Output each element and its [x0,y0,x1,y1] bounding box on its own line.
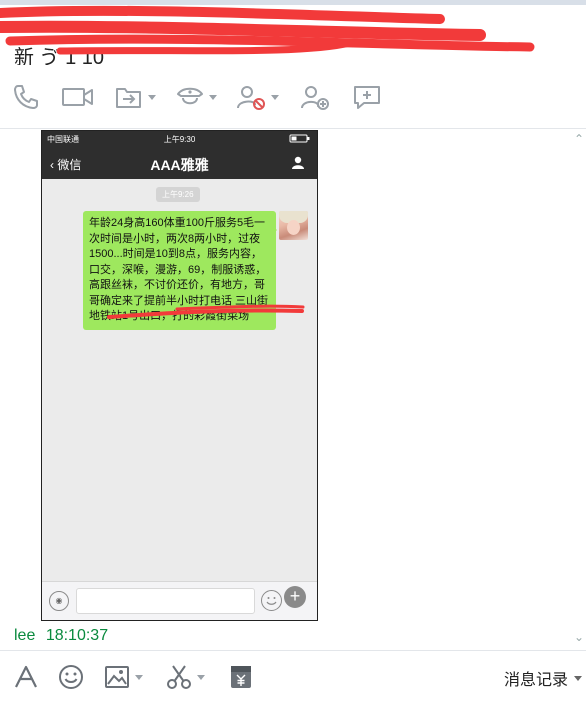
group-message-button[interactable] [352,80,382,114]
remote-assist-button[interactable] [175,80,217,114]
chevron-down-icon[interactable] [197,674,205,680]
message-history-button[interactable]: 消息记录 [504,666,582,690]
contact-avatar[interactable] [279,211,308,240]
contact-name: AAA雅雅 [150,157,209,173]
composer-divider [0,650,586,651]
chevron-down-icon[interactable] [148,94,156,100]
money-icon [231,666,251,688]
chevron-down-icon[interactable] [135,674,143,680]
call-button[interactable] [12,80,40,114]
font-button[interactable] [12,660,40,694]
battery-icon [289,134,311,145]
video-call-button[interactable] [61,80,95,114]
phone-icon [14,85,38,109]
phone-status-bar: 中国联通 上午9:30 [42,131,317,148]
toolbar-divider [0,128,586,129]
chevron-down-icon[interactable] [209,94,217,100]
send-file-button[interactable] [114,80,156,114]
image-button[interactable] [103,660,143,694]
status-time: 上午9:30 [163,135,196,144]
scissors-icon [167,665,191,689]
message-input[interactable] [76,588,255,614]
image-icon [105,666,129,688]
sender-time: 18:10:37 [45,627,109,644]
block-user-icon [237,86,265,110]
person-icon[interactable] [291,156,305,175]
history-label: 消息记录 [503,672,568,689]
phone-nav-bar: ‹ 微信 AAA雅雅 [42,148,317,179]
video-icon [62,88,93,106]
file-transfer-icon [116,88,141,108]
emoji-icon [59,665,83,689]
scroll-bottom-mark: ⌄ [573,630,584,644]
add-user-icon [301,86,329,110]
bubble-tail [271,225,277,235]
redaction-scribble [107,304,305,319]
chat-toolbar [0,80,586,116]
plus-icon[interactable]: + [284,586,306,608]
phone-input-bar: ◉ + [42,581,317,620]
sender-info: lee 18:10:37 [14,627,108,645]
screenshot-image[interactable]: 中国联通 上午9:30 ‹ 微信 AAA雅雅 上午9:26 年龄24身高160体… [41,130,318,621]
block-user-button[interactable] [235,80,279,114]
add-member-button[interactable] [299,80,331,114]
sender-name: lee [14,627,36,644]
remote-control-icon [177,87,203,105]
chat-header: 新 ゔ 1 10 [0,5,586,65]
red-packet-button[interactable] [228,660,254,694]
voice-icon[interactable]: ◉ [49,591,69,611]
chevron-down-icon [574,675,582,681]
redaction-scribble [0,5,535,55]
emoji-icon[interactable] [261,590,282,611]
chevron-down-icon[interactable] [271,94,279,100]
font-icon [15,665,37,688]
message-timestamp: 上午9:26 [156,187,200,202]
composer-toolbar: 消息记录 [0,660,586,696]
scroll-top-mark: ⌃ [573,132,584,146]
message-icon [354,86,380,109]
emoji-button[interactable] [57,660,85,694]
screenshot-button[interactable] [165,660,205,694]
